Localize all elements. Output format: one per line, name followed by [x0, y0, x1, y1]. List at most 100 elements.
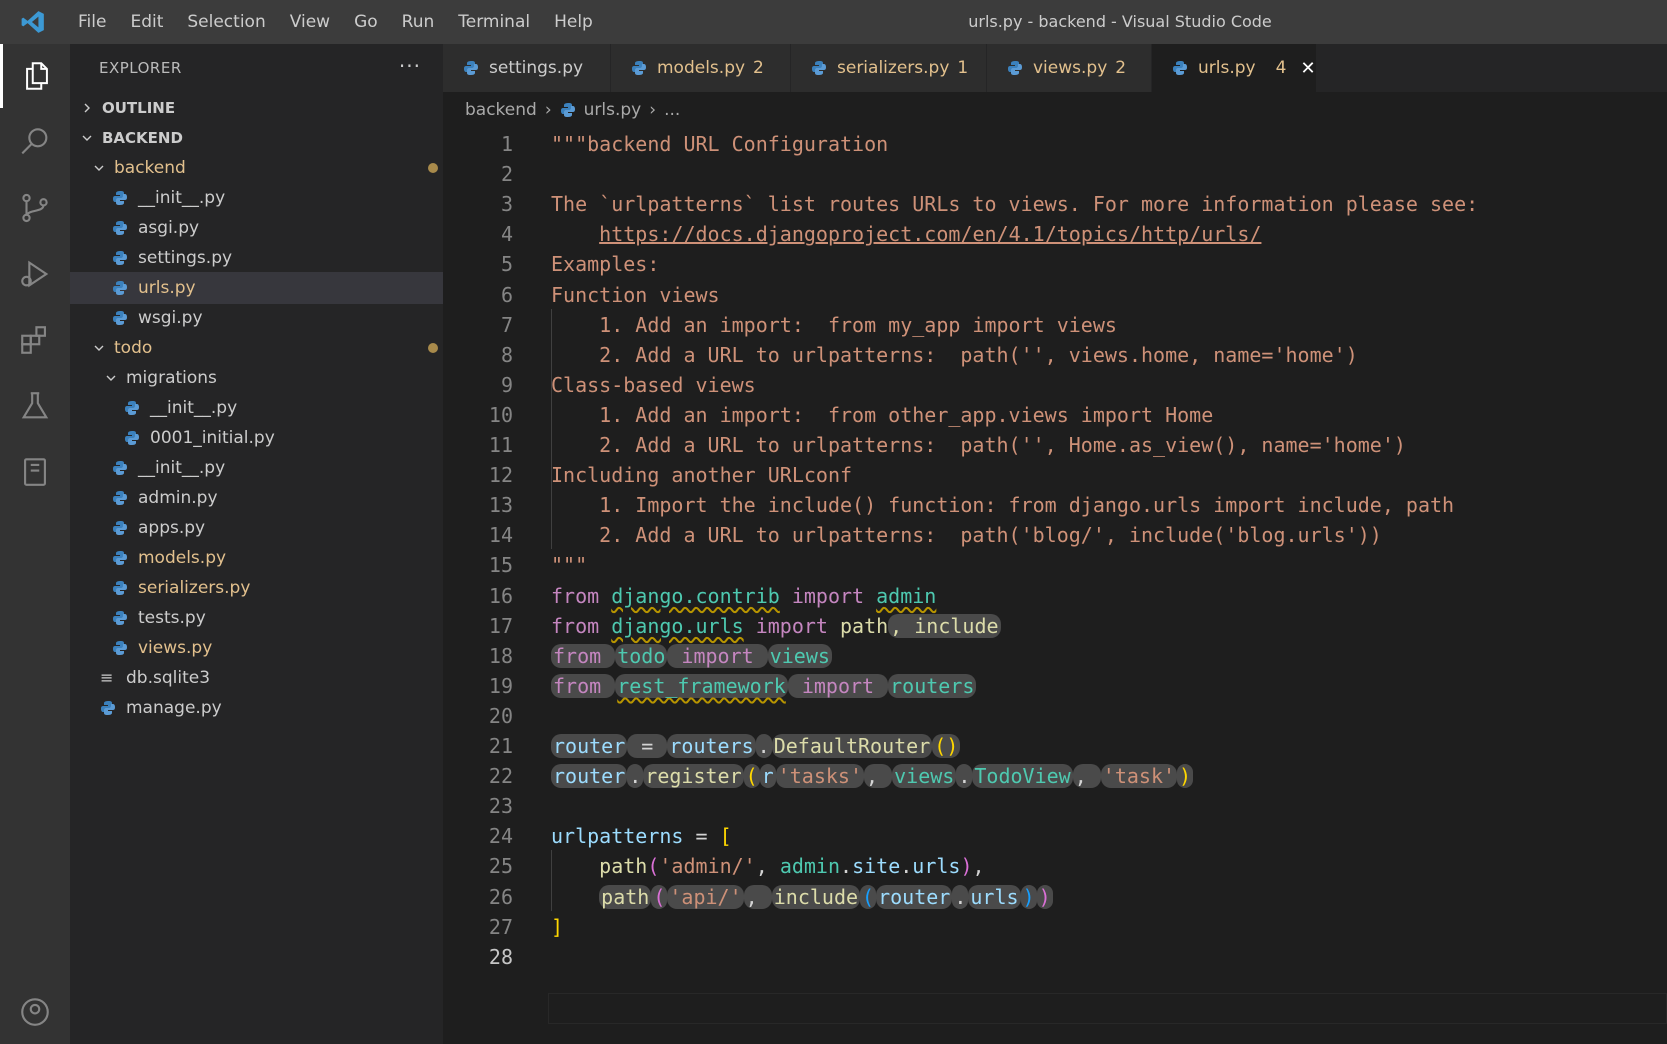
- code-line: 8 2. Add a URL to urlpatterns: path('', …: [443, 339, 1667, 371]
- code-token: Function views: [551, 282, 720, 307]
- menu-file[interactable]: File: [66, 0, 118, 44]
- menu-go[interactable]: Go: [342, 0, 390, 44]
- code-token: path: [840, 613, 889, 638]
- code-token: .: [755, 734, 772, 758]
- code-text: from todo import views: [551, 640, 832, 672]
- code-line: 23: [443, 790, 1667, 822]
- code-token: 2. Add a URL to urlpatterns: path('', vi…: [551, 342, 1358, 367]
- tree-file[interactable]: views.py2: [70, 632, 485, 664]
- explorer-header: EXPLORER ···: [70, 44, 443, 92]
- tab-label: serializers.py: [837, 58, 950, 78]
- tab-models-py[interactable]: models.py 2: [611, 44, 791, 92]
- tree-file[interactable]: manage.py: [70, 692, 473, 724]
- outline-section[interactable]: OUTLINE: [70, 92, 451, 124]
- tab-settings-py[interactable]: settings.py: [443, 44, 611, 92]
- tree-item-label: db.sqlite3: [126, 668, 211, 688]
- code-token: from: [551, 673, 616, 698]
- chevron-down-icon: [90, 162, 108, 174]
- testing-icon[interactable]: [0, 374, 70, 438]
- tree-file[interactable]: 0001_initial.py: [70, 422, 497, 454]
- python-file-icon: [101, 701, 115, 715]
- remote-explorer-icon[interactable]: [0, 440, 70, 504]
- tree-folder[interactable]: todo: [70, 332, 463, 364]
- code-token: import: [779, 583, 877, 608]
- tab-serializers-py[interactable]: serializers.py 1: [791, 44, 987, 92]
- line-number: 19: [488, 673, 513, 698]
- python-file-icon: [113, 611, 127, 625]
- breadcrumb-folder[interactable]: backend: [465, 100, 537, 120]
- source-control-icon[interactable]: [0, 176, 70, 240]
- project-label: BACKEND: [102, 129, 183, 147]
- code-token: routers: [888, 673, 977, 698]
- tree-folder[interactable]: backend: [70, 152, 463, 184]
- code-token: (: [743, 764, 760, 789]
- tab-urls-py[interactable]: urls.py 4 ✕: [1152, 44, 1317, 92]
- tree-file[interactable]: admin.py: [70, 482, 485, 514]
- code-token: [: [719, 824, 732, 849]
- breadcrumb-file[interactable]: urls.py: [584, 100, 642, 120]
- breadcrumb-more[interactable]: ...: [664, 100, 680, 120]
- tree-item-label: models.py: [138, 548, 227, 568]
- account-icon[interactable]: [0, 980, 70, 1044]
- code-editor[interactable]: 1 """backend URL Configuration 2 3 The `urlp…: [443, 128, 1667, 1044]
- tree-file[interactable]: apps.py: [70, 512, 485, 544]
- line-number: 7: [500, 312, 513, 337]
- tree-item-label: asgi.py: [138, 218, 200, 238]
- close-icon[interactable]: ✕: [1300, 58, 1315, 79]
- tree-folder[interactable]: migrations: [70, 362, 475, 394]
- code-token: .: [952, 884, 969, 909]
- tree-file[interactable]: __init__.py: [70, 452, 485, 484]
- code-token: import: [787, 673, 889, 698]
- python-file-icon: [1173, 61, 1187, 75]
- tree-file[interactable]: urls.py4: [70, 272, 485, 304]
- more-actions-icon[interactable]: ···: [399, 54, 421, 78]
- explorer-sidebar: EXPLORER ··· OUTLINE BACKEND backend __in…: [70, 44, 485, 1044]
- search-icon[interactable]: [0, 110, 70, 174]
- code-token: Class-based views: [551, 372, 756, 397]
- line-number: 17: [488, 613, 513, 638]
- code-line: 9 Class-based views: [443, 369, 1667, 401]
- code-token: from: [551, 643, 616, 668]
- tree-file[interactable]: models.py2: [70, 542, 485, 574]
- tree-file[interactable]: __init__.py: [70, 392, 497, 424]
- code-line: 24 urlpatterns = [: [443, 820, 1667, 852]
- extensions-icon[interactable]: [0, 308, 70, 372]
- chevron-right-icon: ›: [649, 100, 657, 120]
- line-number: 26: [488, 884, 513, 909]
- tree-file[interactable]: asgi.py: [70, 212, 485, 244]
- tree-file[interactable]: tests.py: [70, 602, 485, 634]
- menu-selection[interactable]: Selection: [175, 0, 277, 44]
- code-line: 27]: [443, 911, 1667, 943]
- menu-edit[interactable]: Edit: [118, 0, 175, 44]
- explorer-icon[interactable]: [0, 44, 70, 108]
- python-file-icon: [812, 61, 826, 75]
- tree-file[interactable]: __init__.py: [70, 182, 485, 214]
- code-text: Function views: [551, 279, 720, 311]
- code-token: 'task': [1100, 764, 1178, 789]
- run-debug-icon[interactable]: [0, 242, 70, 306]
- menu-terminal[interactable]: Terminal: [446, 0, 542, 44]
- menu-help[interactable]: Help: [542, 0, 605, 44]
- code-line: 16 from django.contrib import admin: [443, 580, 1667, 612]
- tree-item-label: manage.py: [126, 698, 222, 718]
- tree-file[interactable]: settings.py: [70, 242, 485, 274]
- python-file-icon: [113, 221, 127, 235]
- menu-run[interactable]: Run: [390, 0, 447, 44]
- line-number: 3: [500, 192, 513, 217]
- code-token: from: [551, 613, 612, 638]
- code-token: ): [1177, 764, 1194, 789]
- modified-dot-icon: [428, 343, 438, 353]
- outline-label: OUTLINE: [102, 99, 176, 117]
- tree-file[interactable]: ≡ db.sqlite3: [70, 662, 473, 694]
- code-line: 1 """backend URL Configuration: [443, 128, 1667, 160]
- project-section[interactable]: BACKEND: [70, 122, 451, 154]
- tree-file[interactable]: serializers.py1: [70, 572, 485, 604]
- code-token: .: [627, 764, 644, 789]
- code-line: 4 https://docs.djangoproject.com/en/4.1/…: [443, 218, 1667, 250]
- menu-view[interactable]: View: [278, 0, 342, 44]
- tree-file[interactable]: wsgi.py: [70, 302, 485, 334]
- code-text: 2. Add a URL to urlpatterns: path('blog/…: [551, 519, 1382, 551]
- code-line: 26 path('api/', include(router. urls)): [443, 881, 1667, 913]
- tab-views-py[interactable]: views.py 2: [987, 44, 1152, 92]
- code-line: 5 Examples:: [443, 248, 1667, 280]
